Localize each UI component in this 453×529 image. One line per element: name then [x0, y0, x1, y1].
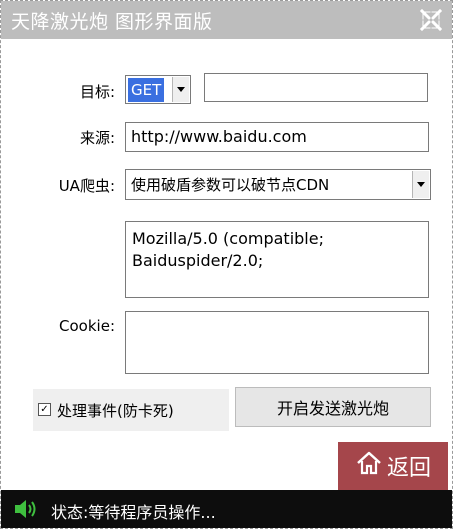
target-url-input[interactable]: [204, 73, 428, 102]
back-button-label: 返回: [386, 456, 431, 481]
handle-events-checkbox[interactable]: ✓ 处理事件(防卡死): [33, 389, 229, 431]
handle-events-label: 处理事件(防卡死): [57, 402, 174, 420]
source-label: 来源:: [79, 129, 115, 147]
target-label: 目标:: [79, 83, 115, 101]
dropdown-arrow-icon[interactable]: [172, 77, 189, 102]
back-button[interactable]: 返回: [338, 442, 448, 490]
app-window: 天降激光炮 图形界面版 目标: GET 来源: http://www.baidu…: [0, 0, 453, 529]
checkbox-box[interactable]: ✓: [38, 403, 51, 416]
speaker-icon: [13, 498, 39, 524]
method-select[interactable]: GET: [125, 75, 191, 104]
title-bar: 天降激光炮 图形界面版: [1, 1, 452, 39]
status-bar: 状态:等待程序员操作...: [1, 490, 452, 528]
cookie-textarea[interactable]: [125, 311, 429, 374]
ua-select[interactable]: 使用破盾参数可以破节点CDN: [125, 169, 431, 200]
ua-string-textarea[interactable]: Mozilla/5.0 (compatible; Baiduspider/2.0…: [125, 221, 429, 298]
home-icon: [355, 450, 387, 482]
method-select-value: GET: [128, 78, 165, 102]
fire-laser-button[interactable]: 开启发送激光炮: [235, 387, 431, 427]
source-input[interactable]: http://www.baidu.com: [125, 122, 429, 152]
window-title: 天降激光炮 图形界面版: [11, 11, 213, 33]
close-icon[interactable]: [419, 8, 443, 32]
status-text: 状态:等待程序员操作...: [51, 503, 216, 522]
cookie-label: Cookie:: [59, 317, 115, 335]
dropdown-arrow-icon[interactable]: [412, 171, 429, 198]
ua-select-value: 使用破盾参数可以破节点CDN: [131, 176, 330, 194]
ua-label: UA爬虫:: [58, 177, 115, 195]
fire-laser-button-label: 开启发送激光炮: [276, 399, 389, 418]
